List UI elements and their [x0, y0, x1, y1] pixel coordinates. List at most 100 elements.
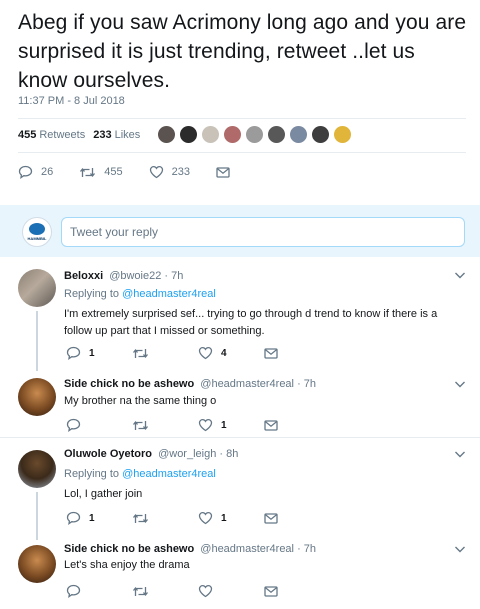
reply-time[interactable]: · 7h: [164, 270, 183, 282]
direct-message-button[interactable]: [216, 166, 238, 178]
like-button[interactable]: 233: [149, 165, 190, 179]
likes-stat[interactable]: 233 Likes: [93, 129, 140, 141]
replying-to: Replying to @headmaster4real: [64, 288, 216, 300]
retweet-icon: [132, 348, 149, 358]
reply-actions: 1: [66, 418, 330, 432]
chevron-down-icon[interactable]: [454, 545, 466, 554]
user-name[interactable]: Beloxxi: [64, 270, 103, 282]
user-handle[interactable]: @wor_leigh: [158, 448, 216, 460]
retweet-icon: [132, 420, 149, 430]
avatar[interactable]: [18, 378, 56, 416]
heart-icon: [198, 418, 213, 432]
retweets-stat[interactable]: 455 Retweets: [18, 129, 85, 141]
tweet-stats: 455 Retweets 233 Likes: [18, 129, 148, 141]
envelope-icon: [264, 512, 278, 524]
retweet-icon: [80, 167, 96, 177]
reply-actions: [66, 584, 330, 598]
reply-header: Beloxxi @bwoie22 · 7h: [64, 270, 183, 282]
user-avatar[interactable]: HAMMBIL: [22, 217, 52, 247]
avatar-brand-text: HAMMBIL: [27, 236, 47, 241]
reply-text: I'm extremely surprised sef... trying to…: [64, 308, 438, 337]
direct-message-button[interactable]: [264, 347, 330, 359]
reply-icon: [66, 511, 81, 525]
user-name[interactable]: Side chick no be ashewo: [64, 378, 194, 390]
reply-button[interactable]: [66, 584, 132, 598]
reply-count: 26: [41, 166, 54, 178]
liker-avatar[interactable]: [267, 125, 286, 144]
liker-avatar[interactable]: [311, 125, 330, 144]
heart-icon: [198, 511, 213, 525]
reply-time[interactable]: · 8h: [219, 448, 238, 460]
reply-header: Oluwole Oyetoro @wor_leigh · 8h: [64, 448, 238, 460]
liker-avatar[interactable]: [245, 125, 264, 144]
reply-time[interactable]: · 7h: [297, 543, 316, 555]
reply-button[interactable]: 26: [18, 165, 53, 179]
heart-icon: [198, 584, 213, 598]
avatar[interactable]: [18, 450, 56, 488]
liker-avatars: [157, 125, 355, 144]
retweet-button[interactable]: 455: [79, 166, 123, 179]
reply-actions: 1 1: [66, 511, 330, 525]
avatar[interactable]: [18, 269, 56, 307]
chevron-down-icon[interactable]: [454, 450, 466, 459]
like-button[interactable]: 4: [198, 346, 264, 360]
thread-line: [36, 311, 38, 371]
reply-time[interactable]: · 7h: [297, 378, 316, 390]
liker-avatar[interactable]: [289, 125, 308, 144]
user-handle[interactable]: @headmaster4real: [200, 543, 294, 555]
chevron-down-icon[interactable]: [454, 380, 466, 389]
replying-to: Replying to @headmaster4real: [64, 468, 216, 480]
mention-link[interactable]: @headmaster4real: [122, 288, 216, 300]
user-name[interactable]: Side chick no be ashewo: [64, 543, 194, 555]
chevron-down-icon[interactable]: [454, 271, 466, 280]
like-button[interactable]: 1: [198, 511, 264, 525]
reply-button[interactable]: [66, 418, 132, 432]
liker-avatar[interactable]: [223, 125, 242, 144]
reply-icon: [66, 584, 81, 598]
divider: [18, 152, 466, 153]
retweet-button[interactable]: [132, 347, 198, 360]
divider: [0, 437, 480, 438]
retweet-button[interactable]: [132, 419, 198, 432]
retweet-button[interactable]: [132, 512, 198, 525]
reply-icon: [66, 346, 81, 360]
envelope-icon: [264, 419, 278, 431]
mention-link[interactable]: @headmaster4real: [122, 468, 216, 480]
liker-avatar[interactable]: [157, 125, 176, 144]
retweet-button[interactable]: [132, 585, 198, 598]
envelope-icon: [264, 585, 278, 597]
reply-header: Side chick no be ashewo @headmaster4real…: [64, 378, 316, 390]
user-handle[interactable]: @headmaster4real: [200, 378, 294, 390]
tweet-actions: 26 455 233: [18, 165, 264, 179]
user-handle[interactable]: @bwoie22: [109, 270, 161, 282]
direct-message-button[interactable]: [264, 585, 330, 597]
reply-text: Let's sha enjoy the drama: [64, 559, 190, 571]
like-button[interactable]: 1: [198, 418, 264, 432]
like-count: 233: [171, 166, 190, 178]
envelope-icon: [264, 347, 278, 359]
retweet-icon: [132, 586, 149, 596]
reply-header: Side chick no be ashewo @headmaster4real…: [64, 543, 316, 555]
envelope-icon: [216, 166, 230, 178]
direct-message-button[interactable]: [264, 419, 330, 431]
brand-logo-icon: [29, 223, 45, 235]
reply-button[interactable]: 1: [66, 511, 132, 525]
tweet-text: Abeg if you saw Acrimony long ago and yo…: [18, 11, 467, 92]
reply-icon: [18, 165, 33, 179]
reply-input[interactable]: Tweet your reply: [61, 217, 465, 247]
user-name[interactable]: Oluwole Oyetoro: [64, 448, 152, 460]
liker-avatar[interactable]: [333, 125, 352, 144]
reply-text: My brother na the same thing o: [64, 395, 217, 407]
tweet-timestamp[interactable]: 11:37 PM - 8 Jul 2018: [18, 95, 125, 107]
liker-avatar[interactable]: [179, 125, 198, 144]
divider: [18, 118, 466, 119]
like-button[interactable]: [198, 584, 264, 598]
avatar[interactable]: [18, 545, 56, 583]
direct-message-button[interactable]: [264, 512, 330, 524]
reply-actions: 1 4: [66, 346, 330, 360]
heart-icon: [149, 165, 163, 179]
liker-avatar[interactable]: [201, 125, 220, 144]
thread-line: [36, 492, 38, 540]
reply-button[interactable]: 1: [66, 346, 132, 360]
reply-text: Lol, I gather join: [64, 488, 143, 500]
